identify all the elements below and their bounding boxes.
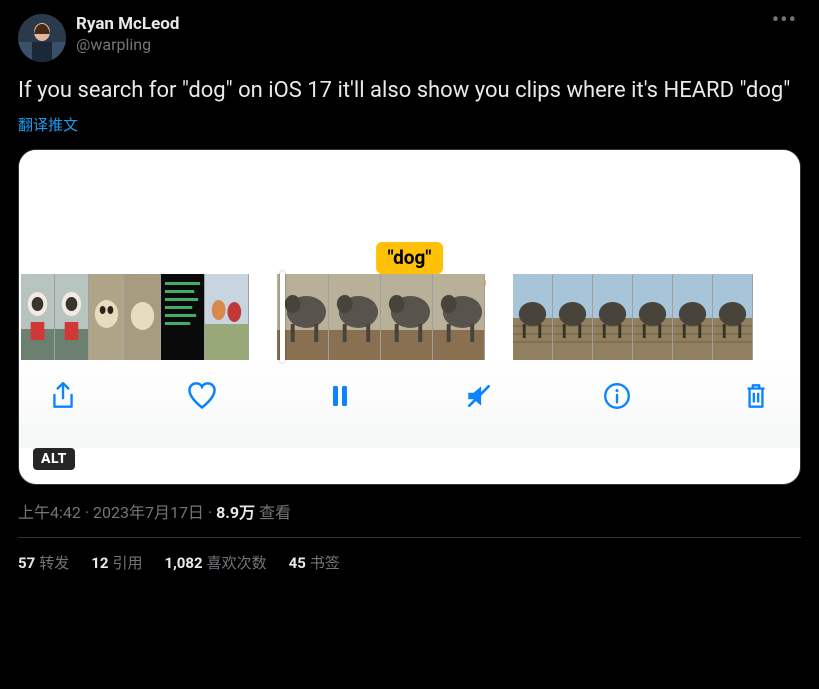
display-name: Ryan McLeod [76,14,768,35]
clip-group [513,274,753,360]
media-top-area: "dog" [19,150,800,274]
author-names[interactable]: Ryan McLeod @warpling [76,14,768,55]
clip-group [277,274,485,360]
avatar[interactable] [18,14,66,62]
translate-link[interactable]: 翻译推文 [18,114,78,135]
thumbnail [713,274,753,360]
tweet-media[interactable]: "dog" [18,149,801,485]
thumbnail [55,274,89,360]
thumbnail [329,274,381,360]
info-icon[interactable] [599,378,635,414]
likes-stat[interactable]: 1,082喜欢次数 [164,552,266,573]
thumbnail [433,274,485,360]
clip-group [21,274,249,360]
more-icon[interactable]: ••• [768,14,801,28]
thumbnail [161,274,205,360]
thumbnail [513,274,553,360]
trash-icon[interactable] [738,378,774,414]
thumbnail [673,274,713,360]
thumbnail [125,274,161,360]
pause-icon[interactable] [322,378,358,414]
tweet-text: If you search for "dog" on iOS 17 it'll … [18,76,801,106]
meta-time: 上午4:42 [18,503,81,522]
handle: @warpling [76,35,768,55]
heart-icon[interactable] [184,378,220,414]
thumbnail [553,274,593,360]
retweets-stat[interactable]: 57转发 [18,552,69,573]
thumbnail [593,274,633,360]
tweet-header: Ryan McLeod @warpling ••• [18,14,801,62]
views-label: 查看 [255,503,291,522]
thumbnail [205,274,249,360]
tweet-container: Ryan McLeod @warpling ••• If you search … [0,0,819,573]
meta-date: 2023年7月17日 [93,503,204,522]
playhead[interactable] [280,271,285,363]
alt-badge[interactable]: ALT [33,448,75,470]
quotes-stat[interactable]: 12引用 [91,552,142,573]
tweet-meta[interactable]: 上午4:42 · 2023年7月17日 · 8.9万 查看 [18,499,801,523]
share-icon[interactable] [45,378,81,414]
thumbnail [21,274,55,360]
caption-pill: "dog" [376,242,444,274]
mute-icon[interactable] [461,378,497,414]
tweet-stats: 57转发 12引用 1,082喜欢次数 45书签 [18,538,801,573]
thumbnail [381,274,433,360]
thumbnail [633,274,673,360]
video-filmstrip[interactable] [19,274,800,360]
bookmarks-stat[interactable]: 45书签 [289,552,340,573]
views-count: 8.9万 [216,503,255,522]
media-toolbar [19,360,800,448]
thumbnail [89,274,125,360]
